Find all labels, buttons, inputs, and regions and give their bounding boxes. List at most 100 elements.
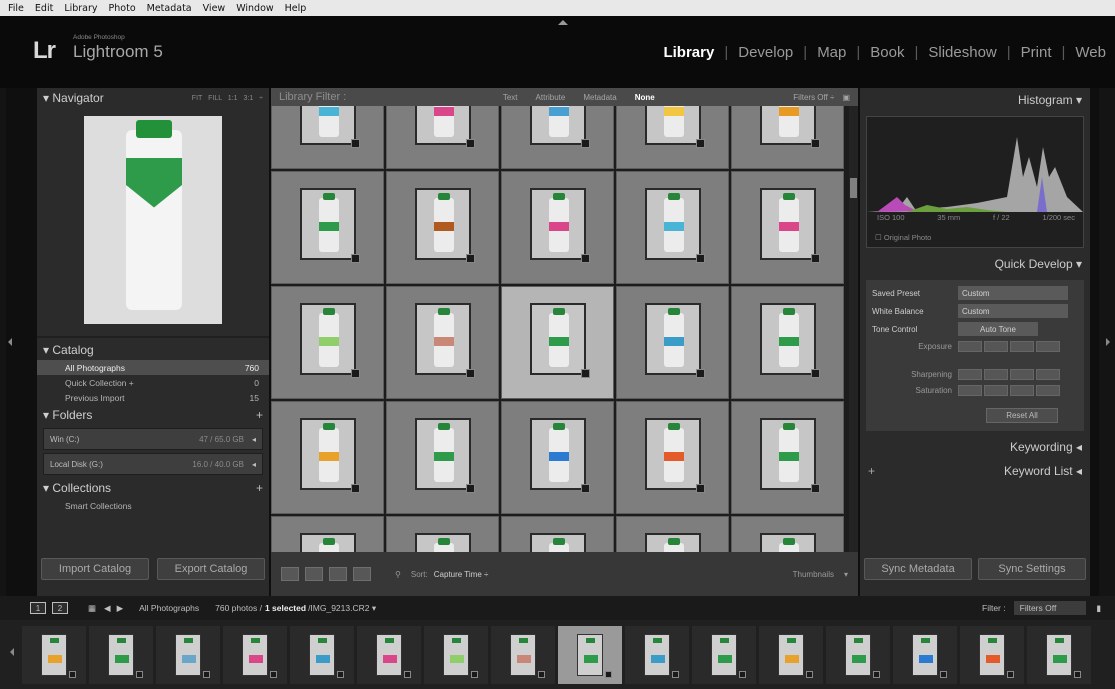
develop-adjusted-badge-icon[interactable] — [696, 254, 705, 263]
develop-adjusted-badge-icon[interactable] — [136, 671, 143, 678]
grid-cell[interactable] — [271, 401, 384, 514]
develop-adjusted-badge-icon[interactable] — [696, 484, 705, 493]
filmstrip-thumbnail[interactable] — [845, 634, 871, 676]
filmstrip-cell[interactable] — [960, 626, 1024, 684]
collapse-top-panel-icon[interactable] — [558, 20, 568, 25]
filter-metadata[interactable]: Metadata — [583, 93, 616, 102]
saved-preset-select[interactable]: Custom — [958, 286, 1068, 300]
navigator-zoom-options[interactable]: FIT FILL 1:1 3:1 ÷ — [192, 95, 263, 102]
filmstrip-thumbnail[interactable] — [41, 634, 67, 676]
develop-adjusted-badge-icon[interactable] — [581, 139, 590, 148]
import-catalog-button[interactable]: Import Catalog — [41, 558, 149, 580]
grid-cell[interactable] — [501, 171, 614, 284]
volume-c[interactable]: Win (C:) 47 / 65.0 GB ◂ — [43, 428, 263, 450]
photo-thumbnail[interactable] — [530, 303, 586, 375]
keyword-list-header[interactable]: + Keyword List ◂ — [860, 459, 1090, 483]
develop-adjusted-badge-icon[interactable] — [466, 254, 475, 263]
develop-adjusted-badge-icon[interactable] — [69, 671, 76, 678]
sync-settings-button[interactable]: Sync Settings — [978, 558, 1086, 580]
menu-metadata[interactable]: Metadata — [147, 3, 192, 14]
exposure-decrease[interactable] — [984, 340, 1008, 352]
photo-thumbnail[interactable] — [300, 418, 356, 490]
filmstrip-thumbnail[interactable] — [711, 634, 737, 676]
photo-thumbnail[interactable] — [760, 418, 816, 490]
filter-none[interactable]: None — [635, 93, 655, 102]
filmstrip-cell[interactable] — [89, 626, 153, 684]
develop-adjusted-badge-icon[interactable] — [581, 484, 590, 493]
grid-cell[interactable] — [386, 106, 499, 169]
grid-cell[interactable] — [271, 516, 384, 552]
filmstrip-cell[interactable] — [826, 626, 890, 684]
filmstrip-cell[interactable] — [759, 626, 823, 684]
develop-adjusted-badge-icon[interactable] — [1074, 671, 1081, 678]
filter-lock-icon[interactable]: ▮ — [1096, 603, 1101, 614]
develop-adjusted-badge-icon[interactable] — [471, 671, 478, 678]
menu-edit[interactable]: Edit — [35, 3, 53, 14]
menu-window[interactable]: Window — [236, 3, 273, 14]
grid-cell[interactable] — [386, 171, 499, 284]
filmstrip-thumbnail[interactable] — [242, 634, 268, 676]
develop-adjusted-badge-icon[interactable] — [538, 671, 545, 678]
forward-arrow-icon[interactable]: ▶ — [117, 603, 124, 614]
exposure-increase-more[interactable] — [1036, 340, 1060, 352]
filmstrip-source[interactable]: All Photographs — [139, 603, 199, 613]
filters-off-select[interactable]: Filters Off ÷ — [793, 93, 834, 102]
exposure-increase[interactable] — [1010, 340, 1034, 352]
loupe-view-icon[interactable] — [305, 567, 323, 581]
photo-thumbnail[interactable] — [300, 188, 356, 260]
menu-file[interactable]: File — [8, 3, 24, 14]
grid-cell[interactable] — [731, 106, 844, 169]
filmstrip-thumbnail[interactable] — [443, 634, 469, 676]
grid-view-shortcut-icon[interactable]: ▦ — [88, 603, 96, 614]
grid-cell[interactable] — [386, 286, 499, 399]
filmstrip-cell[interactable] — [156, 626, 220, 684]
collapse-right-panel-icon[interactable] — [1106, 338, 1110, 346]
grid-cell[interactable] — [501, 286, 614, 399]
develop-adjusted-badge-icon[interactable] — [940, 671, 947, 678]
develop-adjusted-badge-icon[interactable] — [739, 671, 746, 678]
filmstrip-thumbnail[interactable] — [510, 634, 536, 676]
saturation-decrease[interactable] — [984, 384, 1008, 396]
menu-help[interactable]: Help — [285, 3, 307, 14]
catalog-item-quick-collection[interactable]: Quick Collection +0 — [37, 375, 269, 390]
filmstrip-thumbnail[interactable] — [1046, 634, 1072, 676]
filmstrip-cell[interactable] — [558, 626, 622, 684]
grid-cell[interactable] — [386, 401, 499, 514]
develop-adjusted-badge-icon[interactable] — [581, 254, 590, 263]
develop-adjusted-badge-icon[interactable] — [696, 369, 705, 378]
sharpening-increase[interactable] — [1010, 368, 1034, 380]
filter-text[interactable]: Text — [503, 93, 518, 102]
develop-adjusted-badge-icon[interactable] — [581, 369, 590, 378]
main-window-button[interactable]: 1 — [30, 602, 46, 614]
develop-adjusted-badge-icon[interactable] — [806, 671, 813, 678]
develop-adjusted-badge-icon[interactable] — [337, 671, 344, 678]
sync-metadata-button[interactable]: Sync Metadata — [864, 558, 972, 580]
grid-cell[interactable] — [731, 286, 844, 399]
filmstrip-cell[interactable] — [223, 626, 287, 684]
collections-header[interactable]: ▾ Collections + — [37, 478, 269, 498]
filmstrip-cell[interactable] — [357, 626, 421, 684]
photo-thumbnail[interactable] — [760, 533, 816, 552]
photo-thumbnail[interactable] — [300, 106, 356, 145]
develop-adjusted-badge-icon[interactable] — [351, 254, 360, 263]
volume-expand-icon[interactable]: ◂ — [252, 435, 256, 444]
filmstrip-thumbnail[interactable] — [644, 634, 670, 676]
grid-cell[interactable] — [731, 516, 844, 552]
grid-cell[interactable] — [501, 106, 614, 169]
grid-cell[interactable] — [616, 401, 729, 514]
filmstrip-cell[interactable] — [893, 626, 957, 684]
grid-cell[interactable] — [271, 171, 384, 284]
photo-thumbnail[interactable] — [530, 533, 586, 552]
histogram-header[interactable]: Histogram ▾ — [860, 88, 1090, 112]
grid-cell[interactable] — [731, 401, 844, 514]
collection-smart-collections[interactable]: Smart Collections — [37, 498, 269, 513]
sort-select[interactable]: Capture Time ÷ — [434, 570, 489, 579]
photo-thumbnail[interactable] — [415, 188, 471, 260]
develop-adjusted-badge-icon[interactable] — [605, 671, 612, 678]
back-arrow-icon[interactable]: ◀ — [104, 603, 111, 614]
develop-adjusted-badge-icon[interactable] — [270, 671, 277, 678]
filmstrip-thumbnail[interactable] — [778, 634, 804, 676]
filmstrip-cell[interactable] — [625, 626, 689, 684]
collapse-left-panel-icon[interactable] — [8, 338, 12, 346]
sharpening-decrease[interactable] — [984, 368, 1008, 380]
